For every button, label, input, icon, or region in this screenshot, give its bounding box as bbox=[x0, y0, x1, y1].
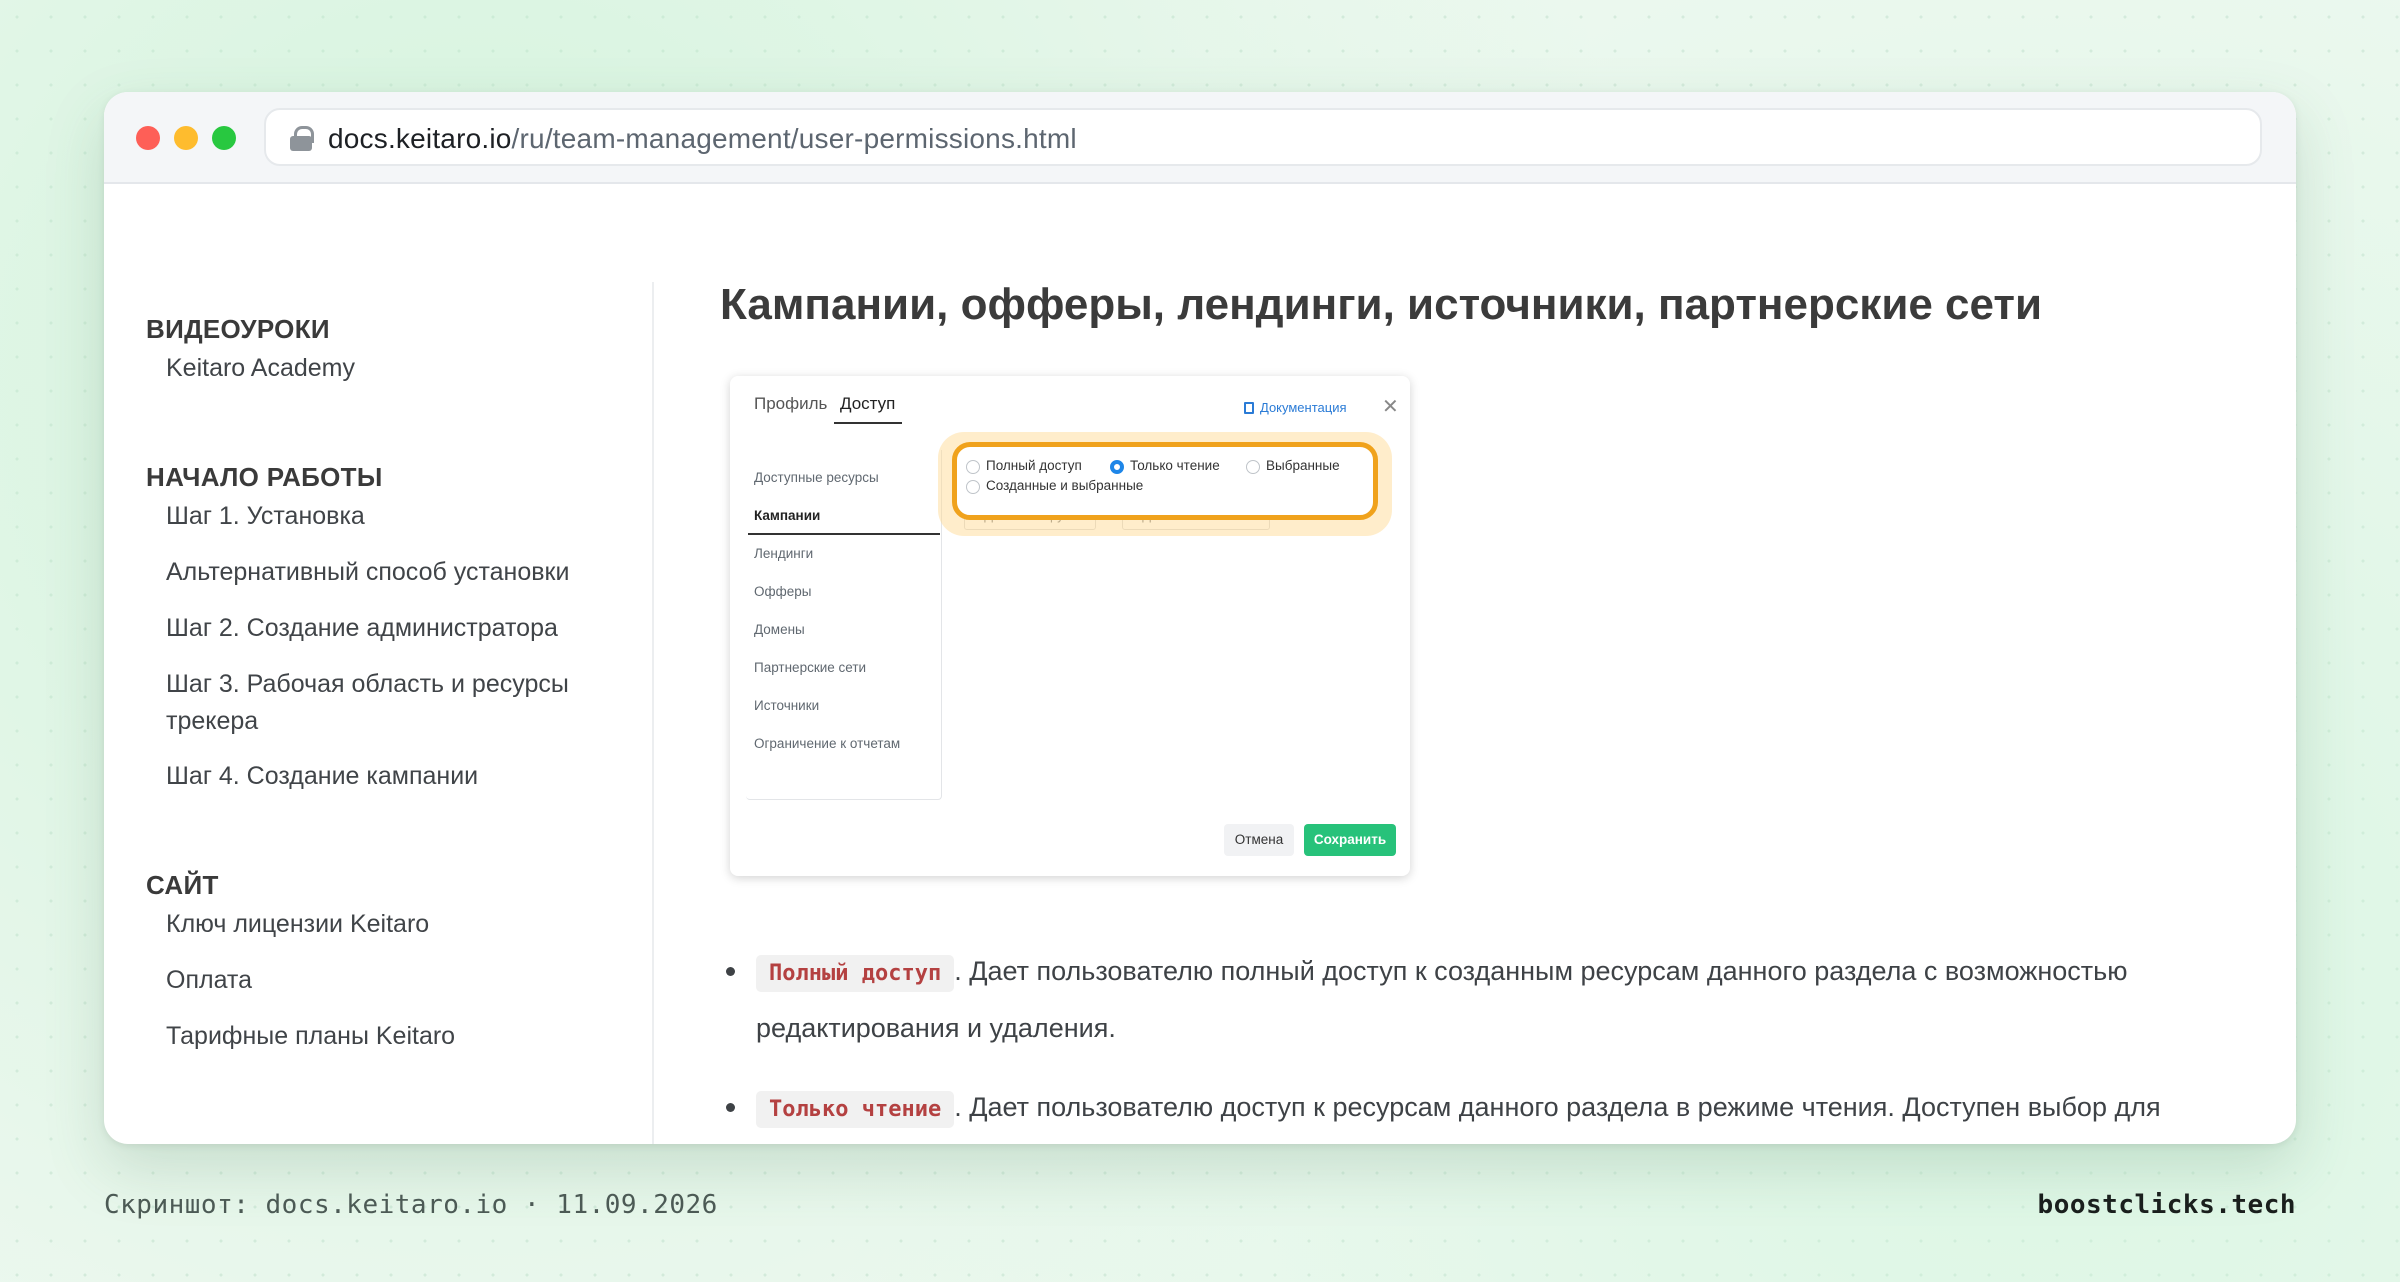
sidebar-item-license-key[interactable]: Ключ лицензии Keitaro bbox=[166, 906, 626, 943]
browser-titlebar: docs.keitaro.io/ru/team-management/user-… bbox=[104, 92, 2296, 184]
list-item-text: Полный доступ. Дает пользователю полный … bbox=[756, 944, 2236, 1055]
main-content: Кампании, офферы, лендинги, источники, п… bbox=[720, 184, 2260, 1144]
radio-selected bbox=[1246, 460, 1260, 474]
sidebar-section-title: НАЧАЛО РАБОТЫ bbox=[146, 462, 383, 492]
resource-item-landings: Лендинги bbox=[754, 546, 814, 561]
resource-item-report-limits: Ограничение к отчетам bbox=[754, 736, 901, 751]
resource-item-sources: Источники bbox=[754, 698, 820, 713]
resources-header: Доступные ресурсы bbox=[754, 470, 879, 485]
radio-created-and-selected bbox=[966, 480, 980, 494]
close-icon: ✕ bbox=[1382, 396, 1399, 418]
sidebar-item-step3-workspace[interactable]: Шаг 3. Рабочая область и ресурсы трекера bbox=[166, 666, 626, 740]
radio-label-selected: Выбранные bbox=[1266, 458, 1340, 473]
bullet-icon bbox=[726, 1103, 735, 1112]
radio-full-access bbox=[966, 460, 980, 474]
documentation-link: Документация bbox=[1260, 400, 1347, 415]
radio-label-read-only: Только чтение bbox=[1130, 458, 1220, 473]
radio-read-only bbox=[1110, 460, 1124, 474]
footer-caption: Скриншот: docs.keitaro.io · 11.09.2026 bbox=[104, 1190, 718, 1220]
url-path: /ru/team-management/user-permissions.htm… bbox=[511, 123, 1077, 154]
permissions-screenshot: Профиль Доступ Документация ✕ Доступные … bbox=[730, 376, 1410, 876]
sidebar-divider bbox=[652, 282, 654, 1144]
sidebar-item-step1-install[interactable]: Шаг 1. Установка bbox=[166, 498, 626, 535]
list-item-text: Только чтение. Дает пользователю доступ … bbox=[756, 1080, 2236, 1137]
minimize-window-button[interactable] bbox=[174, 126, 198, 150]
active-tab-underline bbox=[834, 422, 902, 424]
tab-access: Доступ bbox=[840, 394, 896, 413]
sidebar-item-payment[interactable]: Оплата bbox=[166, 962, 626, 999]
sidebar-item-keitaro-academy[interactable]: Keitaro Academy bbox=[166, 350, 626, 387]
list-item-description: . Дает пользователю полный доступ к созд… bbox=[756, 956, 2128, 1043]
list-item-description: . Дает пользователю доступ к ресурсам да… bbox=[954, 1092, 2161, 1122]
sidebar-item-alt-install[interactable]: Альтернативный способ установки bbox=[166, 554, 626, 591]
tab-profile: Профиль bbox=[754, 394, 828, 413]
sidebar-section-title: ВИДЕОУРОКИ bbox=[146, 314, 330, 344]
url-host: docs.keitaro.io bbox=[328, 123, 512, 154]
save-button: Сохранить bbox=[1304, 824, 1396, 856]
radio-label-created-and-selected: Созданные и выбранные bbox=[986, 478, 1144, 493]
resource-item-campaigns: Кампании bbox=[754, 508, 821, 523]
resource-item-offers: Офферы bbox=[754, 584, 812, 599]
sidebar-item-step2-admin[interactable]: Шаг 2. Создание администратора bbox=[166, 610, 626, 647]
resource-item-domains: Домены bbox=[754, 622, 805, 637]
sidebar-item-pricing[interactable]: Тарифные планы Keitaro bbox=[166, 1018, 626, 1055]
address-bar[interactable]: docs.keitaro.io/ru/team-management/user-… bbox=[264, 108, 2262, 166]
radio-label-full-access: Полный доступ bbox=[986, 458, 1082, 473]
maximize-window-button[interactable] bbox=[212, 126, 236, 150]
docs-sidebar: ВИДЕОУРОКИ Keitaro Academy НАЧАЛО РАБОТЫ… bbox=[104, 184, 652, 1144]
browser-window: docs.keitaro.io/ru/team-management/user-… bbox=[104, 92, 2296, 1144]
lock-icon bbox=[290, 126, 314, 151]
inline-code: Только чтение bbox=[756, 1091, 955, 1128]
url-text: docs.keitaro.io/ru/team-management/user-… bbox=[328, 123, 1077, 155]
footer-brand: boostclicks.tech bbox=[2037, 1190, 2296, 1220]
bullet-icon bbox=[726, 967, 735, 976]
sidebar-section-title: САЙТ bbox=[146, 870, 219, 900]
inline-code: Полный доступ bbox=[756, 955, 955, 992]
cancel-button: Отмена bbox=[1224, 824, 1294, 856]
sidebar-item-step4-campaign[interactable]: Шаг 4. Создание кампании bbox=[166, 758, 626, 795]
close-window-button[interactable] bbox=[136, 126, 160, 150]
resource-item-affiliate-networks: Партнерские сети bbox=[754, 660, 867, 675]
document-icon bbox=[1244, 402, 1254, 414]
active-resource-underline bbox=[748, 533, 940, 535]
page-heading: Кампании, офферы, лендинги, источники, п… bbox=[720, 280, 2043, 329]
